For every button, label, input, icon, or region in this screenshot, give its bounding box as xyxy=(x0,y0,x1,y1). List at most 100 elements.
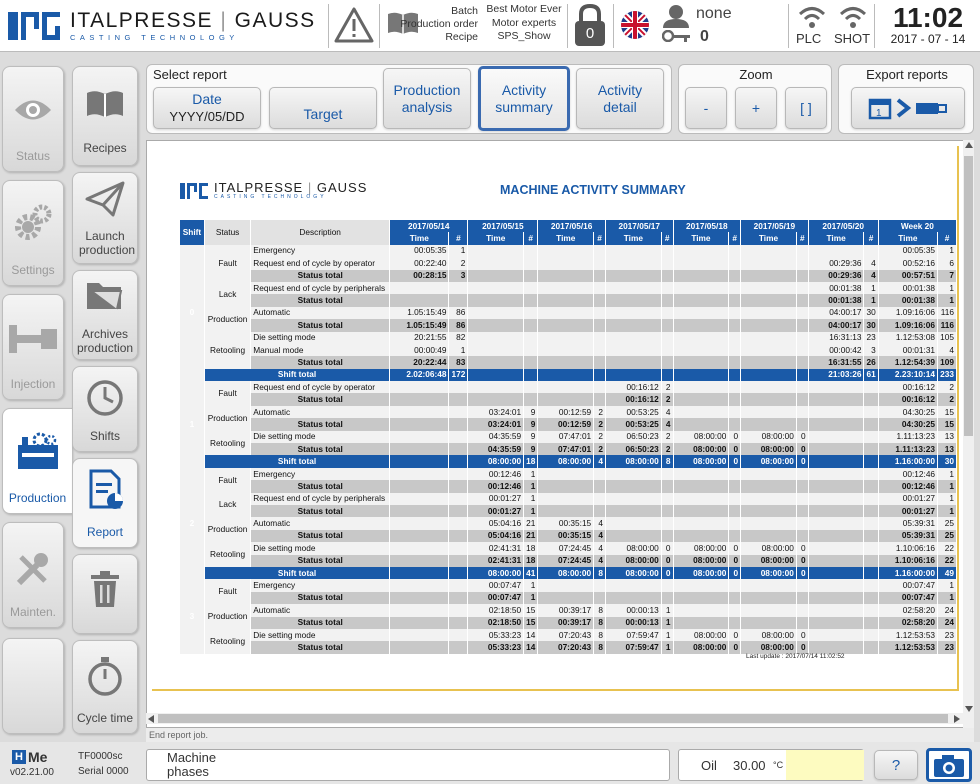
count-cell xyxy=(593,368,606,382)
count-cell: 2 xyxy=(593,443,606,456)
time-cell xyxy=(808,579,865,592)
count-cell xyxy=(448,628,469,642)
sidebar-item-launch-production[interactable]: Launch production xyxy=(72,172,138,264)
time-cell: 00:01:27 xyxy=(878,492,939,505)
horizontal-scroll-thumb[interactable] xyxy=(158,714,948,723)
time-cell xyxy=(537,343,595,357)
scroll-down-icon[interactable] xyxy=(965,706,973,712)
count-cell xyxy=(448,381,469,394)
count-cell xyxy=(796,244,809,258)
paper-plane-icon xyxy=(85,181,125,217)
table-row: 0 Fault Emergency 00:05:35 1 00:05:35 1 xyxy=(180,244,957,382)
count-cell: 3 xyxy=(863,343,879,357)
count-cell: 30 xyxy=(863,319,879,332)
status-total-label: Status total xyxy=(250,554,391,567)
sidebar-item-report[interactable]: Report xyxy=(72,458,138,548)
activity-summary-button[interactable]: Activity summary xyxy=(478,66,570,131)
brand-tagline: CASTING TECHNOLOGY xyxy=(70,33,239,43)
clock-date: 2017 - 07 - 14 xyxy=(890,32,966,46)
count-cell: 1 xyxy=(661,604,674,617)
time-cell: 08:00:00 xyxy=(605,554,662,567)
time-cell xyxy=(673,616,730,629)
time-cell xyxy=(537,591,595,605)
warning-icon[interactable] xyxy=(334,6,374,44)
sidebar-item-status[interactable]: Status xyxy=(2,66,64,172)
export-usb-button[interactable]: 1 xyxy=(851,87,965,129)
time-cell xyxy=(740,306,797,320)
horizontal-scrollbar[interactable] xyxy=(146,713,963,724)
count-cell: 1 xyxy=(863,281,879,295)
count-cell: 1 xyxy=(937,492,957,505)
sidebar-item-recipes[interactable]: Recipes xyxy=(72,66,138,166)
sidebar-item-cycle-time[interactable]: Cycle time xyxy=(72,640,138,734)
scroll-up-icon[interactable] xyxy=(965,142,973,148)
count-cell xyxy=(863,467,879,481)
time-header: Time xyxy=(740,232,797,245)
count-cell: 86 xyxy=(448,319,469,332)
status-total-row: Status total 05:33:23 14 07:20:43 8 07:59:47 1… xyxy=(180,641,957,654)
time-cell: 08:00:00 xyxy=(537,455,595,468)
screenshot-button[interactable] xyxy=(926,748,972,782)
time-cell: 21:03:26 xyxy=(808,368,865,382)
oil-temperature-indicator xyxy=(786,750,864,780)
scroll-left-icon[interactable] xyxy=(148,715,154,723)
table-row: Manual mode 00:00:49 1 00:00:42 3 00:01:31 4 xyxy=(180,343,957,357)
status-total-label: Status total xyxy=(250,504,391,518)
help-button[interactable]: ? xyxy=(874,750,918,780)
zoom-fit-button[interactable]: [ ] xyxy=(785,87,827,129)
status-label: Production xyxy=(204,405,252,431)
zoom-out-button[interactable]: - xyxy=(685,87,727,129)
production-analysis-button[interactable]: Production analysis xyxy=(383,68,471,129)
count-cell: 14 xyxy=(523,641,539,654)
sidebar-item-settings[interactable]: Settings xyxy=(2,180,64,286)
sidebar-item-injection[interactable]: Injection xyxy=(2,294,64,400)
serial-label: Serial 0000 xyxy=(78,766,129,777)
lock-button[interactable]: 0 xyxy=(572,3,608,49)
time-cell xyxy=(740,343,797,357)
sidebar-empty-slot xyxy=(2,638,64,734)
sidebar-item-archives-production[interactable]: Archives production xyxy=(72,270,138,360)
description-cell: Die setting mode xyxy=(250,628,391,642)
time-cell xyxy=(537,294,595,307)
report-viewer[interactable]: ITALPRESSE | GAUSS CASTING TECHNOLOGY MA… xyxy=(146,140,974,728)
time-cell xyxy=(673,343,730,357)
count-cell xyxy=(593,319,606,332)
time-cell xyxy=(673,591,730,605)
date-button[interactable]: Date YYYY/05/DD xyxy=(153,87,261,129)
status-total-row: Status total 00:12:46 1 00:12:46 1 xyxy=(180,480,957,493)
count-cell: 4 xyxy=(593,517,606,530)
count-cell: 4 xyxy=(863,269,879,282)
sidebar-item-shifts[interactable]: Shifts xyxy=(72,366,138,452)
uk-flag-icon[interactable] xyxy=(620,10,650,40)
shot-label: SHOT xyxy=(834,31,871,46)
description-cell: Request end of cycle by peripherals xyxy=(250,281,391,295)
time-cell: 1.09:16:06 xyxy=(878,306,939,320)
user-icon[interactable] xyxy=(660,4,692,28)
sidebar-item-mainten[interactable]: Mainten. xyxy=(2,522,64,628)
vertical-scrollbar[interactable] xyxy=(963,140,974,728)
count-cell xyxy=(796,579,809,592)
factory-icon xyxy=(17,432,58,469)
scroll-right-icon[interactable] xyxy=(954,715,960,723)
time-cell xyxy=(389,566,450,580)
status-label: Lack xyxy=(204,281,252,307)
sidebar-item-delete[interactable] xyxy=(72,554,138,634)
status-total-row: Status total 02:18:50 15 00:39:17 8 00:00:13 1… xyxy=(180,616,957,629)
count-header: # xyxy=(796,232,809,245)
count-cell xyxy=(863,443,879,456)
count-cell xyxy=(661,356,674,369)
sidebar-item-production[interactable]: Production xyxy=(2,408,72,514)
time-cell xyxy=(389,604,450,617)
status-total-row: Status total 20:22:44 83 16:31:55 26 1.12:54:… xyxy=(180,356,957,369)
activity-detail-button[interactable]: Activity detail xyxy=(576,68,664,129)
target-button[interactable]: Target xyxy=(269,87,377,129)
time-cell: 02:18:50 xyxy=(467,616,525,629)
status-total-label: Status total xyxy=(250,356,391,369)
stopwatch-icon xyxy=(88,657,122,696)
shift-total-row: Shift total 08:00:00 18 08:00:00 4 08:00:00 8 0… xyxy=(180,455,957,468)
zoom-in-button[interactable]: + xyxy=(735,87,777,129)
time-cell xyxy=(740,393,797,406)
vertical-scroll-thumb[interactable] xyxy=(964,156,973,436)
machine-phases-box[interactable]: Machine phases xyxy=(146,749,670,781)
time-cell xyxy=(808,529,865,543)
